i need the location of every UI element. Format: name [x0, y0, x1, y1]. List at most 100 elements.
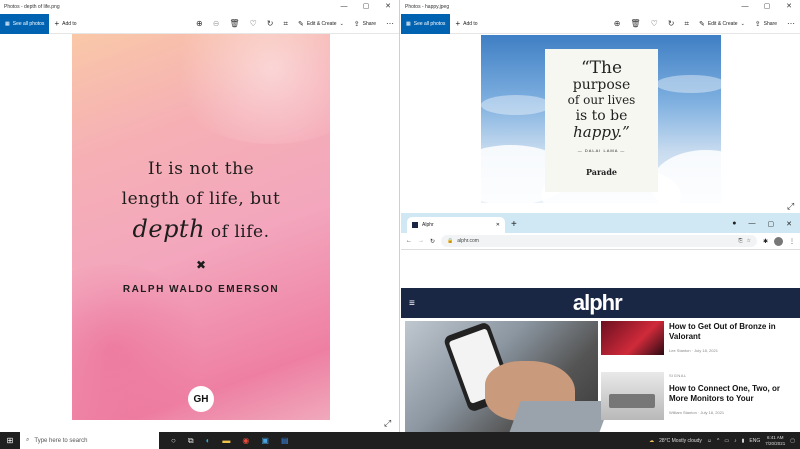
weather-text[interactable]: 28°C Mostly cloudy [659, 438, 702, 444]
article-author-1: Lee Stanton [669, 348, 691, 353]
system-tray: ☁ 28°C Mostly cloudy ☺ ^ ▭ ♪ ▮ ENG 6:41 … [649, 435, 800, 447]
minimize-button[interactable]: — [734, 0, 756, 14]
photos-app-icon[interactable]: ▣ [261, 436, 269, 446]
tab-close-icon[interactable]: ✕ [496, 222, 500, 228]
expand-icon[interactable]: ⤢ [384, 418, 391, 429]
tab-search-icon[interactable]: ● [732, 220, 736, 228]
crop-icon[interactable]: ⌗ [679, 19, 694, 29]
article-thumb-valorant[interactable] [601, 321, 664, 355]
close-button[interactable]: ✕ [786, 220, 792, 228]
language-icon[interactable]: ENG [749, 438, 760, 444]
rotate-icon[interactable]: ↻ [663, 19, 680, 28]
quote-card: “The purpose of our lives is to be happy… [545, 49, 658, 192]
volume-icon[interactable]: ♪ [734, 438, 737, 444]
close-button[interactable]: ✕ [778, 0, 800, 14]
more-options-icon[interactable]: ⋯ [782, 19, 800, 28]
add-to-button[interactable]: + Add to [450, 19, 482, 28]
clock[interactable]: 6:41 AM 7/20/2021 [765, 435, 785, 447]
expand-icon[interactable]: ⤢ [787, 201, 794, 212]
parade-logo: Parade [585, 167, 618, 177]
close-button[interactable]: ✕ [377, 0, 399, 14]
bookmark-star-icon[interactable]: ☆ [746, 238, 750, 244]
edit-icon: ✎ [297, 20, 304, 28]
new-tab-button[interactable]: + [505, 219, 523, 233]
search-placeholder: Type here to search [34, 437, 88, 444]
see-all-label: See all photos [413, 20, 446, 27]
share-button[interactable]: ⇪ Share [349, 20, 381, 28]
delete-icon[interactable]: 🗑 [224, 19, 244, 28]
minimize-button[interactable]: — [749, 220, 756, 228]
profile-avatar[interactable] [774, 236, 783, 246]
file-explorer-icon[interactable]: ▬ [222, 436, 230, 446]
petal-highlight [162, 34, 330, 144]
extensions-icon[interactable]: ✱ [763, 238, 768, 245]
plus-icon: + [455, 19, 461, 28]
maximize-button[interactable]: ▢ [768, 220, 775, 228]
maximize-button[interactable]: ▢ [355, 0, 377, 14]
minimize-button[interactable]: — [333, 0, 355, 14]
quote-line-1: It is not the [147, 159, 255, 179]
more-options-icon[interactable]: ⋯ [381, 19, 399, 28]
article-title-2[interactable]: How to Connect One, Two, or More Monitor… [669, 384, 797, 404]
windows-start-icon[interactable]: ⊞ [0, 436, 20, 445]
hamburger-menu-icon[interactable]: ≡ [401, 298, 423, 309]
battery-icon[interactable]: ▮ [742, 438, 745, 444]
people-icon[interactable]: ☺ [707, 438, 712, 444]
tray-overflow-icon[interactable]: ^ [717, 438, 719, 444]
omnibox[interactable]: 🔒 alphr.com ⎘ ☆ [441, 235, 757, 247]
translate-icon[interactable]: ⎘ [738, 238, 742, 244]
address-bar-row: ← → ↻ 🔒 alphr.com ⎘ ☆ ✱ ⋮ [401, 233, 800, 250]
maximize-button[interactable]: ▢ [756, 0, 778, 14]
delete-icon[interactable]: 🗑 [625, 19, 645, 28]
favorite-icon[interactable]: ♡ [646, 19, 663, 28]
share-button[interactable]: ⇪ Share [750, 20, 782, 28]
quote-line-4: is to be [575, 108, 628, 124]
article-title-1[interactable]: How to Get Out of Bronze in Valorant [669, 322, 799, 342]
quote-text: It is not the length of life, but depth … [72, 154, 330, 247]
left-window-title: Photos - depth of life.png [4, 4, 60, 10]
chrome-icon[interactable]: ◉ [242, 436, 249, 446]
article-meta-2: William Stanton · July 18, 2021 [669, 410, 725, 415]
alphr-logo[interactable]: alphr [573, 290, 623, 316]
edit-create-button[interactable]: ✎ Edit & Create ⌄ [293, 20, 349, 28]
alphr-header: ≡ alphr [401, 288, 800, 318]
browser-menu-icon[interactable]: ⋮ [789, 238, 795, 245]
quote-line-1: “The [580, 58, 623, 78]
store-icon[interactable]: ▤ [281, 436, 289, 446]
quote-line-3-end: of life. [205, 222, 270, 242]
edit-create-button[interactable]: ✎ Edit & Create ⌄ [694, 20, 750, 28]
zoom-in-icon[interactable]: ⊕ [609, 19, 626, 28]
keyboard-shape [509, 401, 611, 433]
add-to-button[interactable]: + Add to [49, 19, 81, 28]
see-all-photos-button[interactable]: ▦ See all photos [401, 13, 451, 34]
chevron-down-icon: ⌄ [339, 20, 344, 27]
edge-icon[interactable]: ◐ [206, 436, 211, 446]
taskbar-search-box[interactable]: ⌕ Type here to search [20, 432, 159, 449]
task-view-app-icon[interactable]: ⧉ [188, 436, 194, 446]
zoom-out-icon[interactable]: ⊖ [208, 19, 225, 28]
see-all-photos-button[interactable]: ▦ See all photos [0, 13, 50, 34]
browser-window: Alphr ✕ + ● — ▢ ✕ ← → ↻ 🔒 alphr.com ⎘ ☆ … [401, 213, 800, 433]
left-toolbar: ▦ See all photos + Add to ⊕ ⊖ 🗑 ♡ ↻ ⌗ ✎ … [0, 13, 399, 34]
article-thumb-monitors[interactable] [601, 372, 664, 420]
forward-icon[interactable]: → [418, 238, 424, 244]
favorite-icon[interactable]: ♡ [245, 19, 262, 28]
back-icon[interactable]: ← [406, 238, 412, 244]
quote-line-2: length of life, but [121, 189, 281, 209]
notifications-icon[interactable]: ▢ [790, 438, 795, 444]
zoom-in-icon[interactable]: ⊕ [191, 19, 208, 28]
article-category: SIGNAL [669, 373, 687, 378]
crop-icon[interactable]: ⌗ [278, 19, 293, 29]
task-view-icon[interactable]: ○ [171, 436, 176, 446]
add-to-label: Add to [463, 20, 478, 27]
plus-icon: + [54, 19, 60, 28]
quote-author: RALPH WALDO EMERSON [122, 284, 280, 295]
tab-alphr[interactable]: Alphr ✕ [407, 217, 505, 233]
weather-icon[interactable]: ☁ [649, 438, 654, 444]
taskbar: ⊞ ⌕ Type here to search ○ ⧉ ◐ ▬ ◉ ▣ ▤ ☁ … [0, 432, 800, 449]
rotate-icon[interactable]: ↻ [262, 19, 279, 28]
hero-article-image[interactable] [405, 321, 611, 433]
edit-create-label: Edit & Create [306, 20, 337, 27]
network-icon[interactable]: ▭ [724, 438, 729, 444]
reload-icon[interactable]: ↻ [430, 238, 435, 245]
